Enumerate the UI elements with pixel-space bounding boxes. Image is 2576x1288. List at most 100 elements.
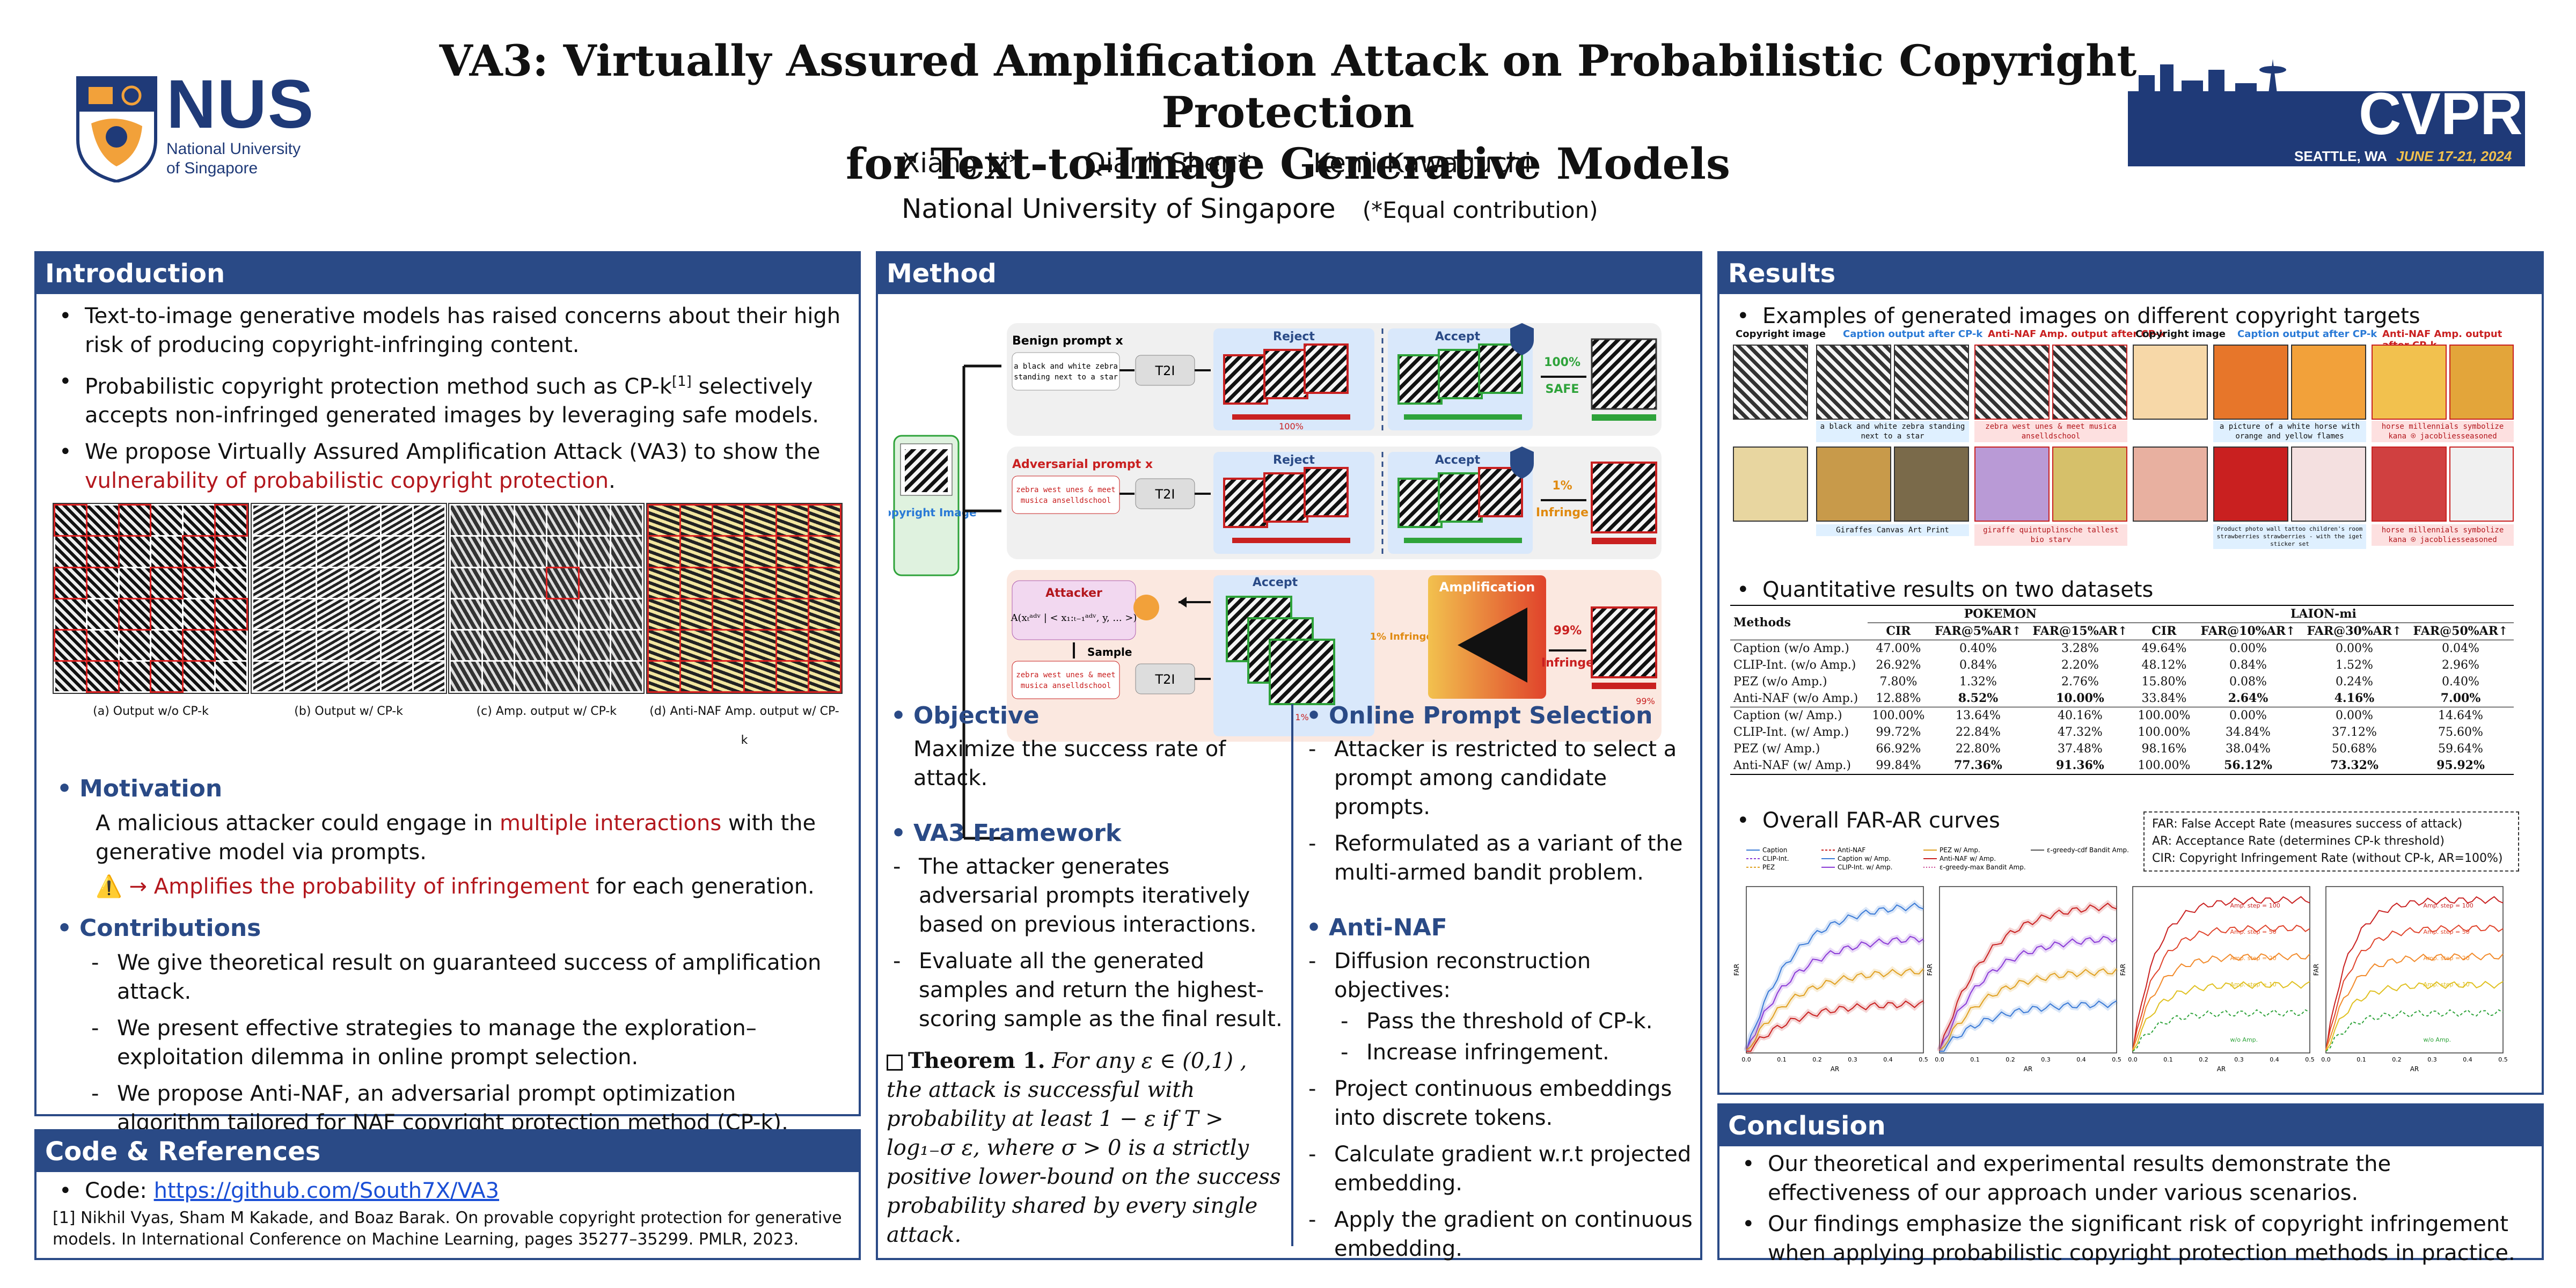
example-image: [1733, 345, 1808, 420]
svg-text:PEZ w/ Amp.: PEZ w/ Amp.: [1940, 846, 1980, 854]
va3-item-2: Evaluate all the generated samples and r…: [887, 947, 1284, 1034]
contribution-1: We give theoretical result on guaranteed…: [85, 948, 843, 1006]
motivation-text: A malicious attacker could engage in mul…: [96, 811, 816, 865]
x-tick-label: 0.0: [1935, 1056, 1944, 1063]
plots-holder: 0.0 0.1 0.2 0.3 0.4 0.5ARFAR0.0 0.1 0.2 0.3 0.4 0.…: [1733, 886, 2508, 1073]
grid-a: (a) Output w/o CP-k: [53, 503, 249, 755]
table-row: CLIP-Int. (w/ Amp.) 99.72% 22.84% 47.32% 100…: [1733, 726, 2483, 739]
nus-name-line2: of Singapore: [166, 159, 258, 177]
online-prompt-selection-title: Online Prompt Selection: [1302, 702, 1699, 729]
svg-text:Reject: Reject: [1273, 330, 1315, 343]
svg-text:SAFE: SAFE: [1546, 383, 1579, 396]
col-head-2: Caption output after CP-k: [1843, 328, 1983, 340]
svg-text:T2I: T2I: [1154, 363, 1175, 378]
svg-text:CLIP-Int.: CLIP-Int.: [1762, 855, 1789, 862]
grid-a-image: [53, 503, 249, 694]
intro-bullet-2: Probabilistic copyright protection metho…: [53, 367, 843, 430]
intro-bullet-1: Text-to-image generative models has rais…: [53, 302, 843, 360]
table-row: CLIP-Int. (w/o Amp.) 26.92% 0.84% 2.20% 48.1…: [1733, 658, 2479, 672]
motivation-warning: ⚠️ → Amplifies the probability of infrin…: [96, 874, 815, 899]
x-axis-label: AR: [2024, 1065, 2033, 1073]
far-ar-plot-3: 0.0 0.1 0.2 0.3 0.4 0.5 AR FAR Amp. step = 100 Am…: [2119, 886, 2315, 1073]
naf-item-4: Apply the gradient on continuous embeddi…: [1302, 1205, 1699, 1263]
grid-c-image: [448, 503, 645, 694]
svg-text:Anti-NAF: Anti-NAF: [1838, 846, 1865, 854]
x-tick-label: 0.3: [1848, 1056, 1857, 1063]
caption-3: a picture of a white horse with orange a…: [2213, 421, 2366, 442]
def-far: FAR: False Accept Rate (measures success…: [2152, 817, 2463, 831]
table-row: Anti-NAF (w/ Amp.) 99.84% 77.36% 91.36% 100.…: [1730, 757, 2514, 774]
introduction-panel: Introduction Text-to-image generative mo…: [34, 251, 861, 1135]
code-line: Code: https://github.com/South7X/VA3: [53, 1176, 843, 1205]
objective-title: Objective: [887, 702, 1284, 729]
github-link[interactable]: https://github.com/South7X/VA3: [154, 1179, 499, 1203]
x-tick-label: 0.0: [2321, 1056, 2331, 1063]
example-image: [2291, 447, 2366, 522]
ops-item-2: Reformulated as a variant of the multi-a…: [1302, 829, 1699, 887]
caption-6: giraffe quintuplinsche tallest bio starv: [1974, 524, 2127, 546]
caption-8: horse millennials symbolize kana ⍟ jacob…: [2372, 524, 2514, 546]
grid-b-caption: (b) Output w/ CP-k: [294, 705, 404, 719]
example-image: [2133, 447, 2208, 522]
example-image: [1974, 447, 2050, 522]
far-ar-plot-2: 0.0 0.1 0.2 0.3 0.4 0.5 AR FAR: [1926, 886, 2121, 1073]
example-image: [2291, 345, 2366, 420]
cvpr-location: SEATTLE, WA: [2294, 148, 2387, 164]
nus-logo: NUS National University of Singapore: [75, 70, 327, 185]
adversarial-prompt-label: Adversarial prompt x: [1012, 458, 1153, 471]
author-3: Kenji Kawaguchi: [1313, 148, 1532, 179]
example-image: [2133, 345, 2208, 420]
attacker-label: Attacker: [1045, 587, 1102, 600]
grid-b-image: [250, 503, 447, 694]
table-row: PEZ (w/ Amp.) 66.92% 22.80% 37.48% 98.16% 38.…: [1733, 742, 2483, 756]
grid-d-image: [646, 503, 843, 694]
y-axis-label: FAR: [1926, 964, 1934, 976]
svg-text:T2I: T2I: [1154, 487, 1175, 502]
svg-text:Infringe: Infringe: [1536, 506, 1589, 519]
svg-text:Anti-NAF w/ Amp.: Anti-NAF w/ Amp.: [1940, 855, 1996, 862]
attacker-icon: [1133, 595, 1159, 620]
y-axis-label: FAR: [2312, 964, 2320, 976]
col-head-4: Copyright image: [2135, 328, 2226, 340]
naf-item-3: Calculate gradient w.r.t projected embed…: [1302, 1140, 1699, 1198]
svg-text:Infringe: Infringe: [1541, 656, 1594, 670]
warning-icon: ⚠️: [96, 874, 122, 899]
naf-item-1: Diffusion reconstruction objectives:: [1302, 947, 1699, 1005]
contributions-title: Contributions: [53, 914, 843, 943]
amp-step-label: Amp. step = 10: [2424, 981, 2470, 988]
svg-text:zebra west unes & meet: zebra west unes & meet: [1016, 486, 1115, 494]
example-image: [2372, 447, 2447, 522]
svg-text:musica anselldschool: musica anselldschool: [1021, 496, 1111, 505]
intro-bullet-3: We propose Virtually Assured Amplificati…: [53, 437, 843, 495]
grid-d-caption: (d) Anti-NAF Amp. output w/ CP-k: [649, 705, 839, 748]
far-ar-plot-4: 0.0 0.1 0.2 0.3 0.4 0.5 AR FAR Amp. step = 100 Am…: [2312, 886, 2508, 1073]
amp-step-label: Amp. step = 20: [2230, 955, 2277, 962]
x-tick-label: 0.2: [2006, 1056, 2015, 1063]
x-tick-label: 0.3: [2041, 1056, 2051, 1063]
table-row: PEZ (w/o Amp.) 7.80% 1.32% 2.76% 15.80% 0.08%…: [1733, 675, 2479, 689]
nus-wordmark: NUS: [166, 66, 315, 143]
svg-text:PEZ: PEZ: [1762, 863, 1775, 871]
svg-text:Accept: Accept: [1435, 330, 1481, 343]
nus-name-line1: National University: [166, 140, 301, 158]
svg-text:100%: 100%: [1279, 421, 1304, 431]
output-grids: (a) Output w/o CP-k (b) Output w/ CP-k (…: [53, 503, 843, 755]
example-image: [2213, 447, 2288, 522]
method-left-column: Objective Maximize the success rate of a…: [887, 692, 1284, 1249]
svg-text:1% Infringe: 1% Infringe: [1370, 631, 1432, 642]
x-tick-label: 0.4: [1883, 1056, 1893, 1063]
grid-a-caption: (a) Output w/o CP-k: [93, 705, 209, 719]
col-head-5: Caption output after CP-k: [2237, 328, 2377, 340]
x-tick-label: 0.0: [2128, 1056, 2138, 1063]
checkbox-icon: [887, 1055, 903, 1071]
introduction-heading: Introduction: [36, 253, 859, 294]
table-row: Caption (w/o Amp.) 47.00% 0.40% 3.28% 49.64%…: [1733, 642, 2479, 655]
method-heading: Method: [878, 253, 1700, 294]
conclusion-panel: Conclusion Our theoretical and experimen…: [1717, 1103, 2544, 1265]
va3-item-1: The attacker generates adversarial promp…: [887, 852, 1284, 939]
svg-text:a black and white zebra: a black and white zebra: [1014, 362, 1118, 371]
grid-c-caption: (c) Amp. output w/ CP-k: [476, 705, 617, 719]
title-line-1: VA3: Virtually Assured Amplification Att…: [439, 35, 2137, 137]
svg-text:zebra west unes & meet: zebra west unes & meet: [1016, 671, 1115, 679]
benign-prompt-label: Benign prompt x: [1012, 334, 1123, 348]
